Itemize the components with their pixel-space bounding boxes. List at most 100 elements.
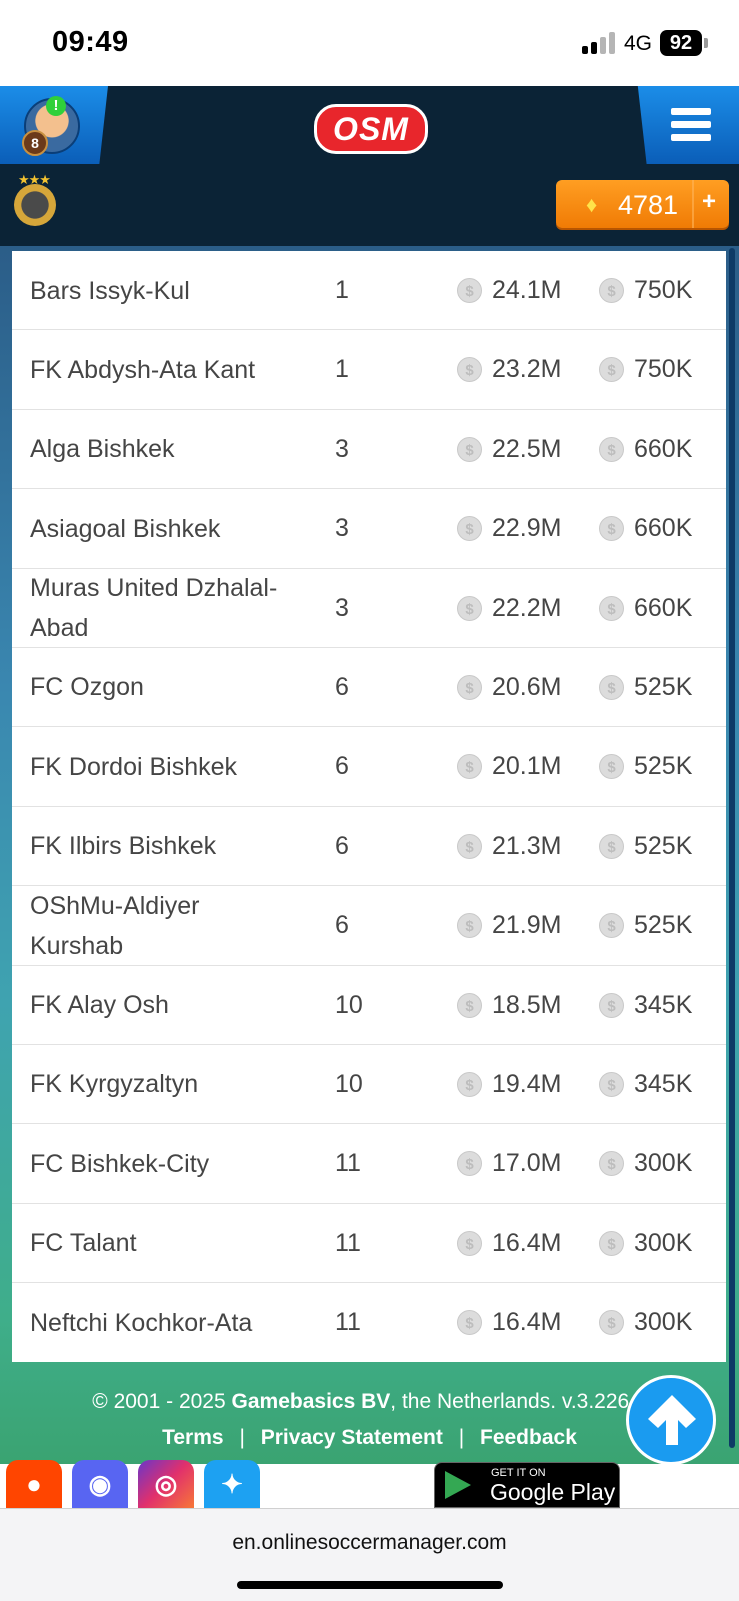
club-rank: 10 (335, 1069, 363, 1098)
table-row[interactable]: Bars Issyk-Kul 1 $24.1M $750K (12, 251, 726, 331)
club-wage: $345K (599, 966, 692, 1045)
reddit-icon[interactable]: ● (6, 1460, 62, 1508)
coins-button[interactable]: ♦ 4781 + (556, 180, 729, 228)
club-name: FC Ozgon (30, 673, 144, 702)
club-wage-amount: 750K (634, 276, 693, 304)
discord-icon[interactable]: ◉ (72, 1460, 128, 1508)
club-wage-amount: 660K (634, 514, 693, 543)
coin-icon: $ (457, 357, 482, 383)
add-coins-icon[interactable]: + (702, 188, 716, 216)
url-text[interactable]: en.onlinesoccermanager.com (0, 1531, 739, 1555)
status-time: 09:49 (52, 26, 129, 58)
google-play-icon (445, 1471, 471, 1499)
table-row[interactable]: FK Dordoi Bishkek 6 $20.1M $525K (12, 727, 726, 807)
coin-icon: $ (457, 992, 482, 1018)
twitter-icon[interactable]: ✦ (204, 1460, 260, 1508)
club-rank: 1 (335, 276, 349, 304)
clubs-table: Bars Issyk-Kul 1 $24.1M $750K FK Abdysh-Ata … (12, 251, 726, 1363)
table-row[interactable]: FC Talant 11 $16.4M $300K (12, 1204, 726, 1284)
coin-icon: $ (599, 833, 624, 859)
club-value-amount: 19.4M (492, 1069, 562, 1098)
club-value: $16.4M (457, 1283, 561, 1362)
club-value-amount: 23.2M (492, 355, 562, 384)
google-play-button[interactable]: GET IT ON Google Play (434, 1462, 620, 1508)
club-wage-amount: 300K (634, 1308, 693, 1337)
table-row[interactable]: FK Alay Osh 10 $18.5M $345K (12, 966, 726, 1045)
copyright-suffix: , the Netherlands. v.3.226.0 (390, 1390, 647, 1413)
club-wage: $750K (599, 251, 692, 330)
club-name: FC Bishkek-City (30, 1149, 210, 1178)
osm-logo[interactable]: OSM (314, 104, 428, 154)
club-rank: 3 (335, 593, 349, 622)
club-name: FK Alay Osh (30, 991, 169, 1020)
coin-icon: $ (599, 1071, 624, 1097)
coin-icon: $ (457, 674, 482, 700)
coin-icon: $ (599, 595, 624, 621)
coin-icon: $ (599, 674, 624, 700)
coin-icon: $ (599, 1230, 624, 1256)
browser-address-bar[interactable]: en.onlinesoccermanager.com (0, 1508, 739, 1601)
table-row[interactable]: FC Bishkek-City 11 $17.0M $300K (12, 1124, 726, 1204)
club-wage-amount: 660K (634, 593, 693, 622)
scrollbar[interactable] (729, 248, 735, 1448)
google-play-small-text: GET IT ON (491, 1467, 546, 1479)
club-value: $18.5M (457, 966, 561, 1045)
coin-icon: $ (599, 278, 624, 303)
club-value-amount: 24.1M (492, 276, 562, 304)
club-wage: $750K (599, 330, 692, 409)
club-rank: 10 (335, 990, 363, 1019)
terms-link[interactable]: Terms (162, 1426, 223, 1449)
table-row[interactable]: OShMu-Aldiyer Kurshab 6 $21.9M $525K (12, 886, 726, 966)
club-wage-amount: 660K (634, 434, 693, 463)
copyright-prefix: © 2001 - 2025 (92, 1390, 232, 1413)
coin-icon: $ (457, 833, 482, 859)
club-name: FK Ilbirs Bishkek (30, 832, 217, 861)
club-value: $24.1M (457, 251, 561, 330)
social-bar: ● ◉ ◎ ✦ GET IT ON Google Play (0, 1460, 739, 1508)
club-name: Alga Bishkek (30, 435, 175, 464)
club-name: Neftchi Kochkor-Ata (30, 1308, 253, 1337)
club-name: FK Dordoi Bishkek (30, 752, 238, 781)
manager-avatar-button[interactable]: 8 ! (0, 86, 108, 164)
table-row[interactable]: Alga Bishkek 3 $22.5M $660K (12, 410, 726, 490)
club-name: Bars Issyk-Kul (30, 276, 190, 305)
club-wage-amount: 525K (634, 911, 693, 940)
coin-icon: $ (599, 436, 624, 462)
club-wage: $525K (599, 886, 692, 965)
club-wage-amount: 525K (634, 831, 693, 860)
coin-icon: $ (457, 1310, 482, 1336)
club-wage: $300K (599, 1283, 692, 1362)
coin-icon: $ (599, 754, 624, 780)
club-value-amount: 22.5M (492, 434, 562, 463)
table-row[interactable]: Muras United Dzhalal-Abad 3 $22.2M $660K (12, 569, 726, 648)
table-row[interactable]: Neftchi Kochkor-Ata 11 $16.4M $300K (12, 1283, 726, 1362)
club-name: FC Talant (30, 1229, 137, 1258)
coin-icon: $ (599, 1310, 624, 1336)
signal-icon (582, 32, 616, 54)
club-wage: $300K (599, 1124, 692, 1203)
club-name: OShMu-Aldiyer Kurshab (30, 891, 200, 960)
instagram-icon[interactable]: ◎ (138, 1460, 194, 1508)
coin-icon: $ (457, 278, 482, 303)
table-row[interactable]: FK Kyrgyzaltyn 10 $19.4M $345K (12, 1045, 726, 1125)
club-value-amount: 22.9M (492, 514, 562, 543)
scroll-to-top-button[interactable] (626, 1375, 716, 1465)
club-value-amount: 21.9M (492, 911, 562, 940)
table-row[interactable]: FK Abdysh-Ata Kant 1 $23.2M $750K (12, 330, 726, 410)
coins-divider (692, 180, 694, 228)
club-wage-amount: 345K (634, 990, 693, 1019)
game-header: 8 ! OSM ★★★ ♦ 4781 + (0, 86, 739, 246)
table-row[interactable]: FC Ozgon 6 $20.6M $525K (12, 648, 726, 728)
table-row[interactable]: Asiagoal Bishkek 3 $22.9M $660K (12, 489, 726, 569)
club-wage: $660K (599, 489, 692, 568)
club-rank: 3 (335, 434, 349, 463)
club-wage: $660K (599, 569, 692, 648)
club-value: $21.3M (457, 807, 561, 886)
feedback-link[interactable]: Feedback (480, 1426, 577, 1449)
menu-button[interactable] (637, 86, 739, 164)
table-row[interactable]: FK Ilbirs Bishkek 6 $21.3M $525K (12, 807, 726, 887)
home-indicator[interactable] (237, 1581, 503, 1589)
privacy-link[interactable]: Privacy Statement (261, 1426, 443, 1449)
link-separator: | (458, 1426, 465, 1449)
club-badge-icon[interactable]: ★★★ (8, 172, 64, 230)
